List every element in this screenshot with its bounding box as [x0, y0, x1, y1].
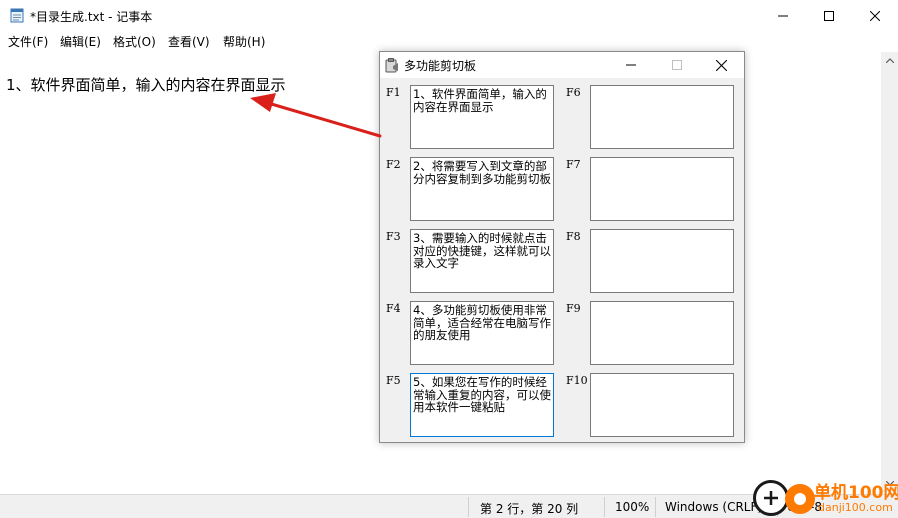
- site-watermark: 单机100网 danji100.com: [752, 470, 898, 518]
- close-button[interactable]: [852, 0, 898, 31]
- clipboard-title: 多功能剪切板: [404, 59, 477, 73]
- clipboard-minimize-button[interactable]: [608, 52, 654, 78]
- menu-format[interactable]: 格式(O): [113, 33, 156, 50]
- menu-edit[interactable]: 编辑(E): [60, 33, 101, 50]
- clipboard-app-icon: [384, 57, 400, 73]
- scroll-up-button[interactable]: [881, 52, 898, 69]
- maximize-icon: [824, 10, 834, 21]
- slot-label-f2: F2: [386, 158, 401, 171]
- slot-f2-text[interactable]: 2、将需要写入到文章的部分内容复制到多功能剪切板: [410, 157, 554, 221]
- slot-f9-text[interactable]: [590, 301, 734, 365]
- status-separator: [655, 497, 656, 517]
- editor-text: 1、软件界面简单，输入的内容在界面显示: [6, 76, 286, 94]
- slot-f6-text[interactable]: [590, 85, 734, 149]
- slot-label-f1: F1: [386, 86, 401, 99]
- watermark-plus-icon: [753, 480, 789, 516]
- menu-file[interactable]: 文件(F): [8, 33, 48, 50]
- slot-f10-text[interactable]: [590, 373, 734, 437]
- clipboard-window: 多功能剪切板 F1 1、软件界面简单，输入的内容在界面显示 F2 2、将需要写入…: [379, 51, 745, 443]
- clipboard-maximize-button: [654, 52, 700, 78]
- notepad-icon: [10, 7, 24, 23]
- clipboard-titlebar: 多功能剪切板: [380, 52, 744, 78]
- scroll-up-icon: [885, 58, 894, 63]
- notepad-menubar: 文件(F) 编辑(E) 格式(O) 查看(V) 帮助(H): [0, 31, 898, 51]
- slot-f7-text[interactable]: [590, 157, 734, 221]
- status-zoom: 100%: [615, 500, 650, 514]
- slot-f3-text[interactable]: 3、需要输入的时候就点击对应的快捷键，这样就可以录入文字: [410, 229, 554, 293]
- status-separator: [604, 497, 605, 517]
- maximize-button[interactable]: [806, 0, 852, 31]
- watermark-line1: 单机100网: [814, 483, 898, 503]
- watermark-logo-dot: [794, 493, 806, 505]
- close-icon: [870, 10, 880, 21]
- slot-f5-text[interactable]: 5、如果您在写作的时候经常输入重复的内容，可以使用本软件一键粘贴: [410, 373, 554, 437]
- maximize-icon: [672, 60, 682, 70]
- slot-label-f9: F9: [566, 302, 581, 315]
- vertical-scrollbar[interactable]: [881, 52, 898, 492]
- slot-f8-text[interactable]: [590, 229, 734, 293]
- slot-label-f7: F7: [566, 158, 581, 171]
- status-line-ending: Windows (CRLF): [665, 500, 763, 514]
- slot-label-f10: F10: [566, 374, 588, 387]
- slot-label-f4: F4: [386, 302, 401, 315]
- status-position: 第 2 行，第 20 列: [480, 502, 579, 516]
- notepad-titlebar: *目录生成.txt - 记事本: [0, 0, 898, 31]
- slot-label-f3: F3: [386, 230, 401, 243]
- menu-help[interactable]: 帮助(H): [223, 33, 265, 50]
- clipboard-close-button[interactable]: [698, 52, 744, 78]
- slot-label-f5: F5: [386, 374, 401, 387]
- slot-label-f8: F8: [566, 230, 581, 243]
- minimize-button[interactable]: [760, 0, 806, 31]
- slot-f1-text[interactable]: 1、软件界面简单，输入的内容在界面显示: [410, 85, 554, 149]
- slot-f4-text[interactable]: 4、多功能剪切板使用非常简单，适合经常在电脑写作的朋友使用: [410, 301, 554, 365]
- watermark-line2: danji100.com: [818, 501, 893, 514]
- close-icon: [715, 59, 727, 71]
- minimize-icon: [626, 64, 636, 66]
- slot-label-f6: F6: [566, 86, 581, 99]
- status-separator: [468, 497, 469, 517]
- notepad-window-title: *目录生成.txt - 记事本: [30, 10, 153, 24]
- minimize-icon: [778, 15, 788, 16]
- menu-view[interactable]: 查看(V): [168, 33, 210, 50]
